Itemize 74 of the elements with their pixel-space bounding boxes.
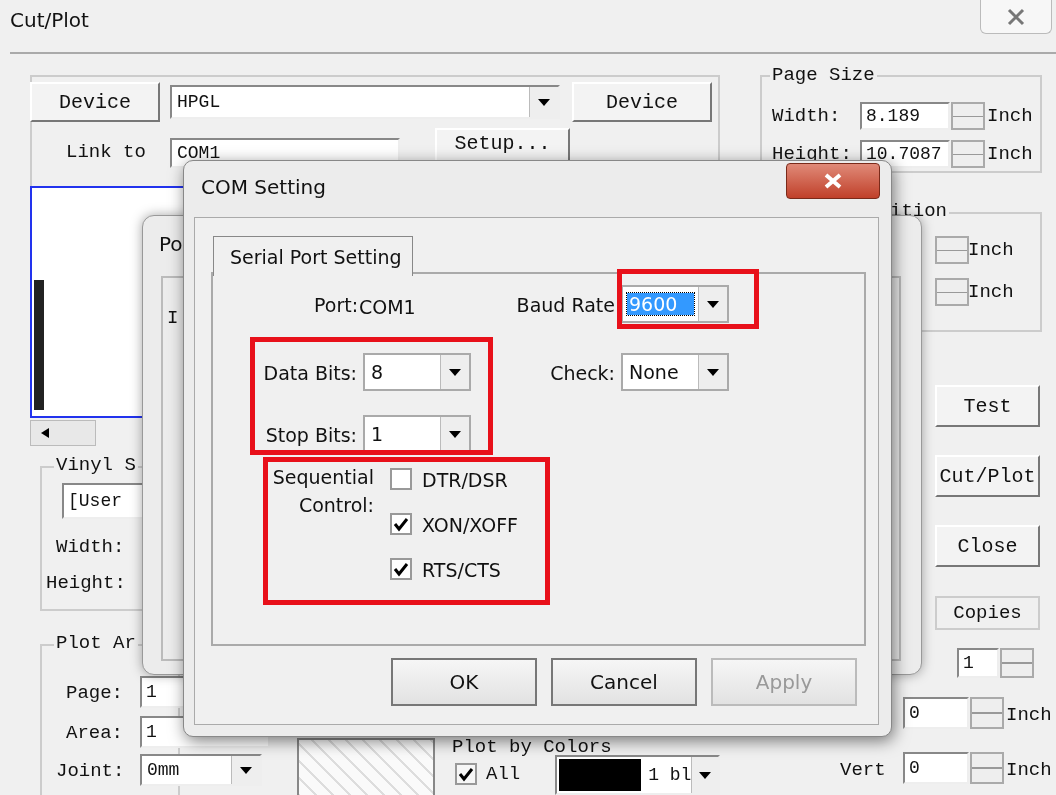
group-title: Page Size <box>770 64 877 86</box>
offset-field[interactable]: 0 <box>903 752 969 784</box>
driver-dropdown[interactable]: HPGL <box>170 85 560 119</box>
scroll-left-icon <box>41 428 49 438</box>
field-label: Width: <box>56 535 125 559</box>
close-icon <box>1006 7 1026 26</box>
field-label: Stop Bits: <box>264 423 357 448</box>
unit-label: Inch <box>1006 703 1052 727</box>
spin-buttons[interactable] <box>935 278 969 306</box>
unit-label: Inch <box>1006 758 1052 782</box>
field-label: Data Bits: <box>262 361 357 386</box>
field-label: Check: <box>549 361 615 386</box>
dialog-title: Po <box>159 232 183 256</box>
group-title: Vinyl S <box>54 454 138 476</box>
field-label: Height: <box>772 142 852 166</box>
unit-label: Inch <box>987 142 1033 166</box>
field-label: Height: <box>46 571 126 595</box>
field-label: Baud Rate <box>515 293 615 318</box>
device-button[interactable]: Device <box>30 82 160 122</box>
unit-label: Inch <box>987 104 1033 128</box>
spin-buttons[interactable] <box>935 236 969 264</box>
dropdown-value: 9600 <box>627 293 694 315</box>
setting-dropdown[interactable]: 1 <box>363 415 471 453</box>
number-field[interactable]: 10.7087 <box>860 140 950 168</box>
action-button[interactable]: Close <box>935 525 1040 567</box>
dropdown-value: 8 <box>370 361 385 383</box>
field-label: Joint: <box>56 759 125 783</box>
checkbox-label: DTR/DSR <box>422 468 508 493</box>
link-label: Link to <box>66 140 146 164</box>
spin-buttons[interactable] <box>1000 648 1034 678</box>
port-label: Port: <box>314 293 359 318</box>
checkbox[interactable] <box>455 763 477 785</box>
device-button[interactable]: Device <box>572 82 712 122</box>
tab[interactable]: Serial Port Setting <box>213 236 413 276</box>
checkbox-label: XON/XOFF <box>422 513 518 538</box>
checkbox[interactable] <box>390 513 412 535</box>
field-label: Width: <box>772 104 841 128</box>
checkbox-label: RTS/CTS <box>422 558 501 583</box>
dialog-button[interactable]: OK <box>391 658 537 706</box>
spin-buttons[interactable] <box>951 140 985 168</box>
spin-buttons[interactable] <box>951 102 985 130</box>
copies-label: Copies <box>935 596 1040 630</box>
offset-field[interactable]: 0 <box>903 697 969 729</box>
checkbox[interactable] <box>390 468 412 490</box>
checkbox[interactable] <box>390 558 412 580</box>
dropdown-value: None <box>628 361 680 383</box>
action-button[interactable]: Test <box>935 385 1040 427</box>
panel-text: I <box>167 306 179 330</box>
spin-buttons[interactable] <box>970 697 1004 729</box>
dialog-title: COM Setting <box>201 175 326 199</box>
setting-dropdown[interactable]: 8 <box>363 353 471 391</box>
field-label: Page: <box>66 681 123 705</box>
joint-dropdown[interactable]: 0mm <box>140 754 262 786</box>
close-icon <box>822 173 844 189</box>
dialog-button[interactable]: Cancel <box>551 658 697 706</box>
unit-label: Inch <box>968 238 1014 262</box>
port-value: COM1 <box>359 295 416 320</box>
close-button[interactable] <box>786 163 880 199</box>
pen-dropdown[interactable]: 1 bl <box>555 755 720 795</box>
field-label: Vert <box>840 758 886 782</box>
scroll-bar[interactable] <box>30 420 96 446</box>
spin-buttons[interactable] <box>970 752 1004 784</box>
copies-field[interactable]: 1 <box>957 648 999 678</box>
action-button[interactable]: Cut/Plot <box>935 455 1040 497</box>
checkbox-label: All <box>486 762 521 786</box>
field-label: Area: <box>66 721 123 745</box>
control-label: Sequential Control: <box>271 465 374 518</box>
unit-label: Inch <box>968 280 1014 304</box>
window-title: Cut/Plot <box>10 8 89 32</box>
setting-dropdown[interactable]: None <box>621 353 729 391</box>
setup-button[interactable]: Setup... <box>435 128 570 162</box>
number-field[interactable]: 8.189 <box>860 102 950 130</box>
close-button[interactable] <box>980 0 1052 34</box>
dropdown-value: 1 <box>370 423 385 445</box>
